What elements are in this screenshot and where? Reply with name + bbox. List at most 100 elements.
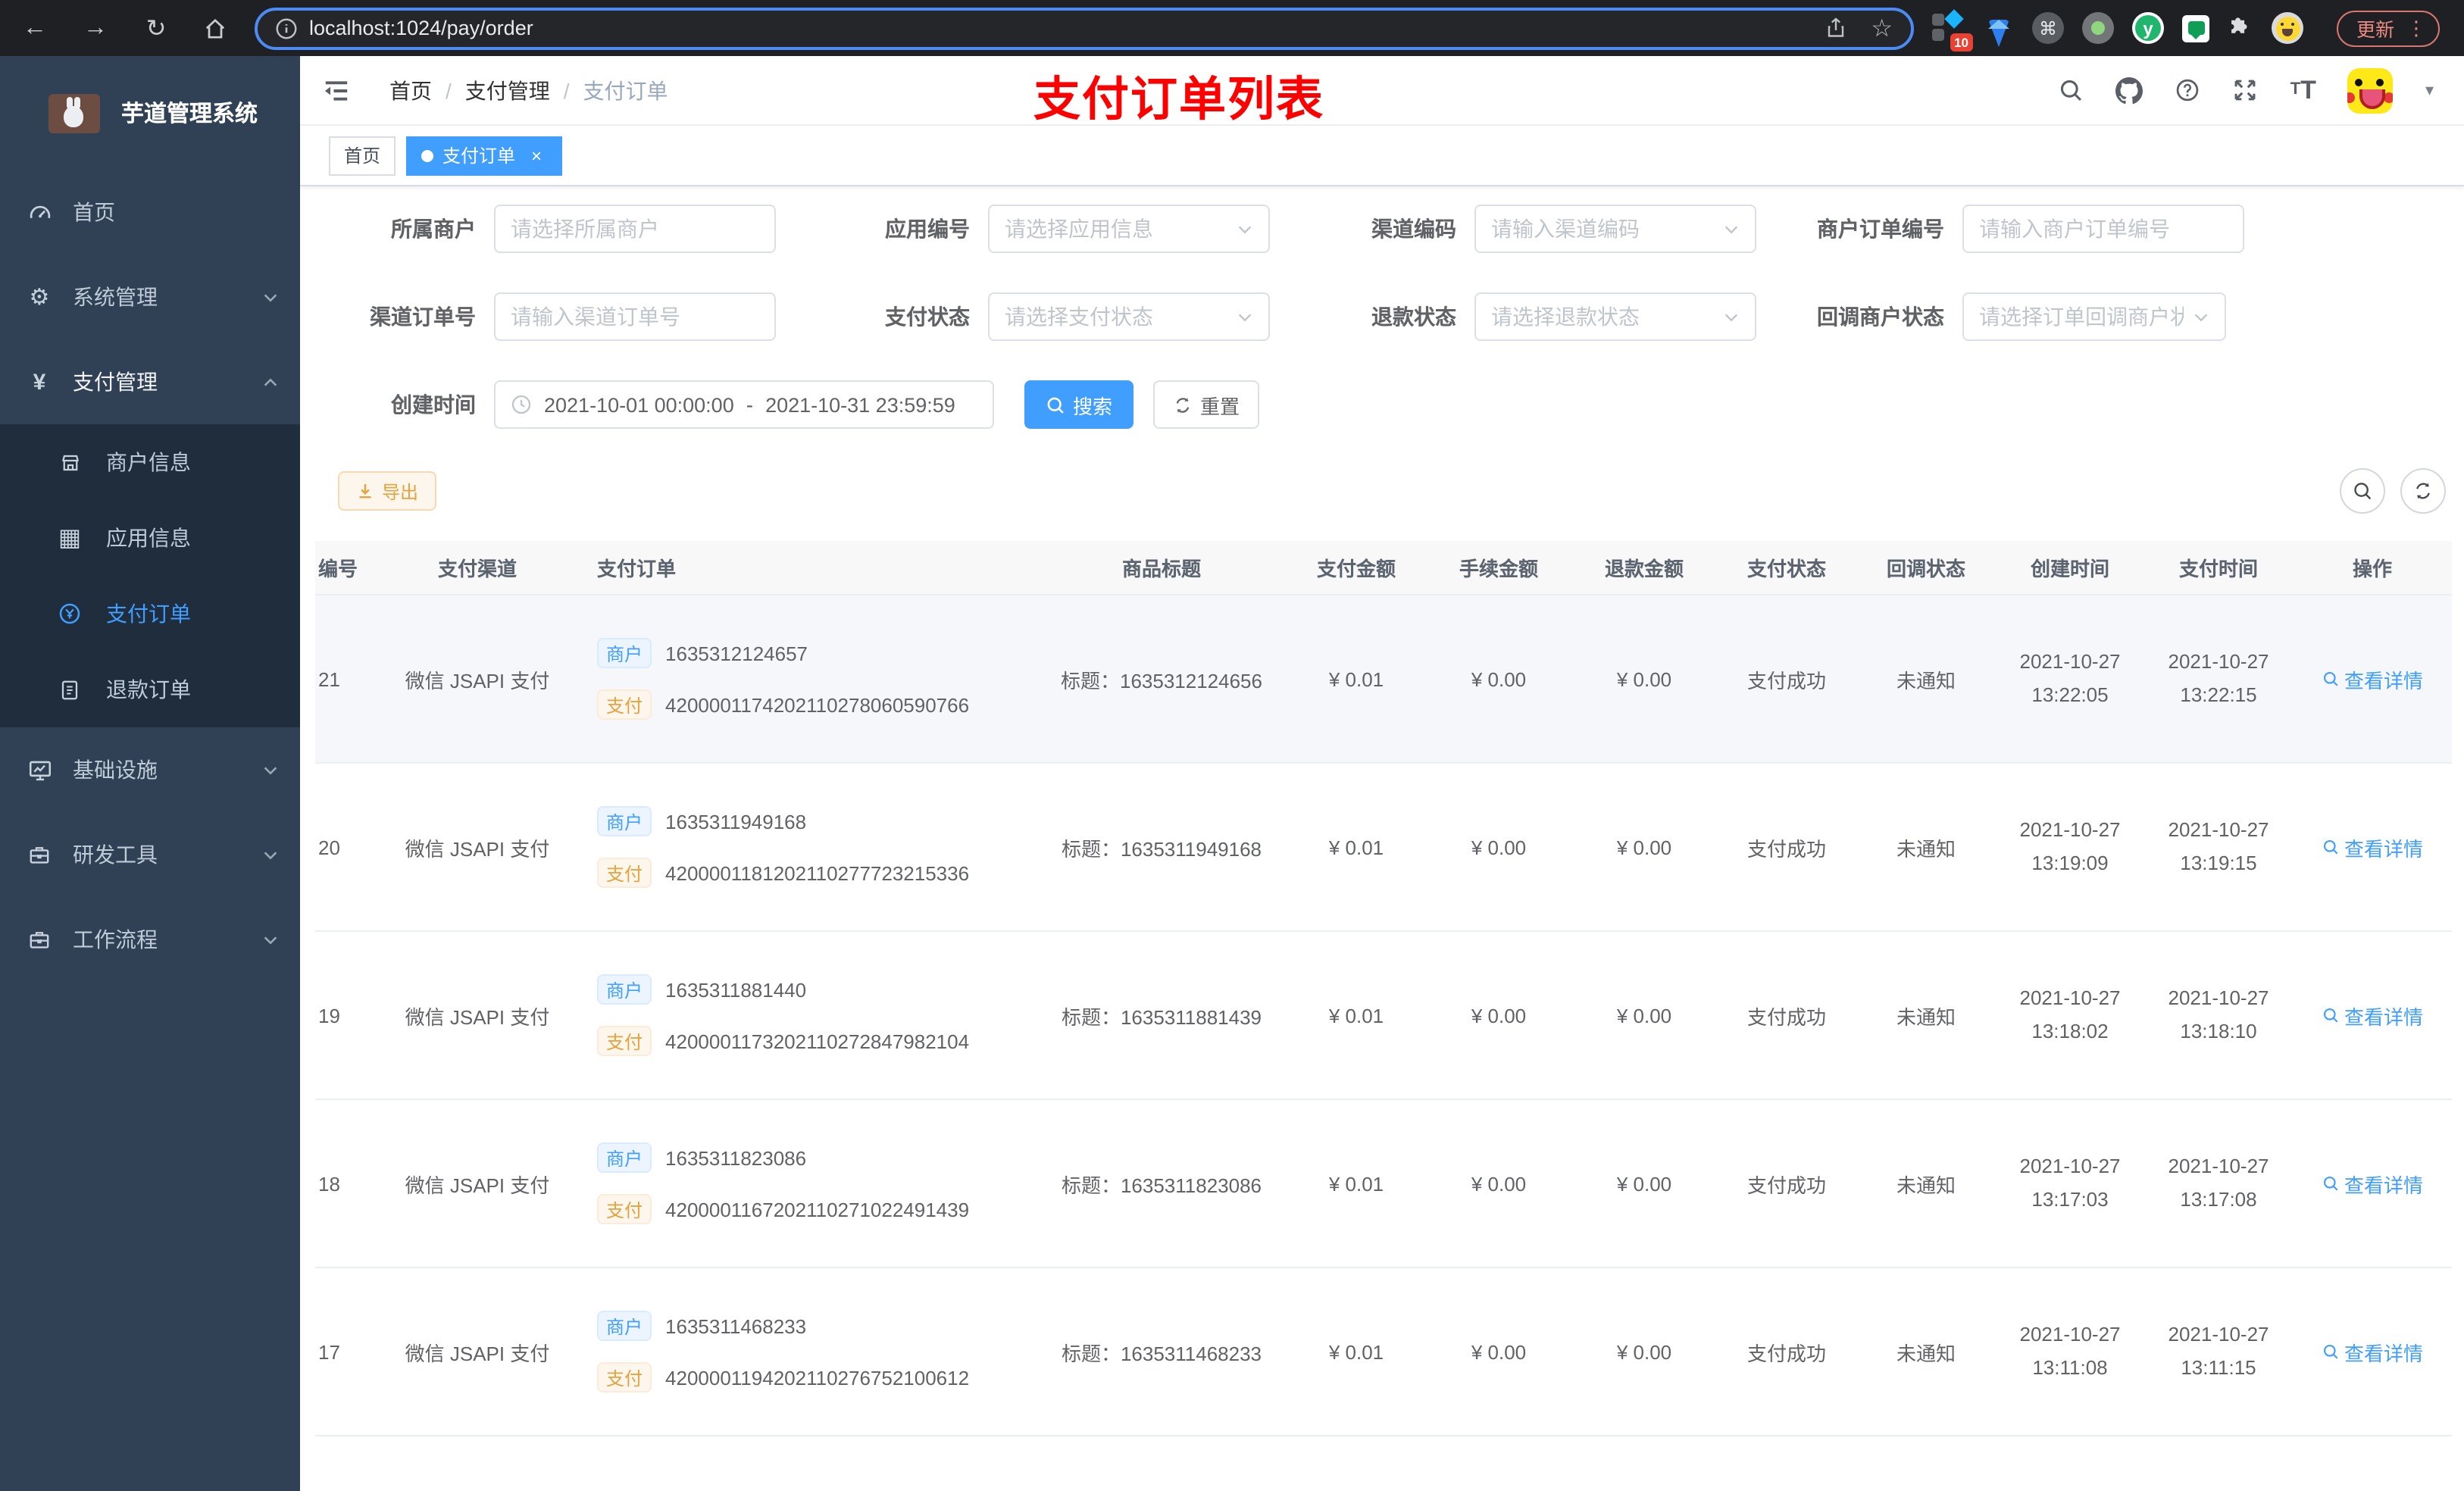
view-detail-link[interactable]: 查看详情: [2322, 833, 2423, 861]
sidebar-item-merchant-info[interactable]: 商户信息: [0, 424, 300, 500]
pay-order-cell: 商户 1635311823086 支付 4200001167202110271022…: [567, 1142, 1037, 1224]
profile-avatar[interactable]: [2272, 12, 2303, 44]
view-detail-link[interactable]: 查看详情: [2322, 1337, 2423, 1366]
tab-home[interactable]: 首页: [329, 136, 396, 175]
channel-pay-no: 4200001167202110271022491439: [665, 1198, 970, 1221]
channel-code-filter-select[interactable]: 请输入渠道编码: [1474, 205, 1756, 253]
view-detail-link[interactable]: 查看详情: [2322, 1169, 2423, 1198]
pay-status-cell: 支付成功: [1746, 1174, 1826, 1196]
column-header-created: 创建时间: [2030, 558, 2109, 580]
menu-fold-icon[interactable]: [323, 78, 350, 102]
yen-circle-icon: [58, 602, 82, 626]
bookmark-star-icon[interactable]: ☆: [1871, 13, 1893, 43]
site-info-icon[interactable]: [276, 17, 297, 39]
chevron-down-icon: [262, 761, 279, 778]
view-detail-link[interactable]: 查看详情: [2322, 664, 2423, 693]
close-icon[interactable]: ×: [526, 145, 547, 166]
browser-home-icon[interactable]: [203, 16, 230, 40]
sidebar: 芋道管理系统 首页 ⚙ 系统管理 ¥ 支付管理 商户信息 ▦ 应用信息 支付订单…: [0, 56, 300, 1491]
channel-order-no-filter-input[interactable]: [494, 292, 776, 341]
reset-button[interactable]: 重置: [1153, 380, 1259, 429]
create-time-cell: 2021-10-27 13:11:08: [2019, 1322, 2121, 1379]
view-detail-link[interactable]: 查看详情: [2322, 1001, 2423, 1030]
search-icon[interactable]: [2059, 77, 2084, 103]
clock-icon: [511, 394, 532, 415]
column-header-paid: 支付时间: [2178, 558, 2258, 580]
command-extension-icon[interactable]: ⌘: [2032, 12, 2064, 44]
caret-down-icon[interactable]: ▾: [2425, 80, 2434, 100]
pay-amount-cell: ¥ 0.01: [1328, 1340, 1384, 1363]
sidebar-item-home[interactable]: 首页: [0, 170, 300, 255]
pay-status-filter-select[interactable]: 请选择支付状态: [988, 292, 1270, 341]
sidebar-item-infrastructure[interactable]: 基础设施: [0, 727, 300, 812]
page-content: 所属商户 应用编号 请选择应用信息 渠道编码 请输入渠道编码 商户订单编号: [300, 186, 2464, 1491]
app-title: 芋道管理系统: [121, 102, 258, 127]
create-time-range-input[interactable]: 2021-10-01 00:00:00 - 2021-10-31 23:59:5…: [494, 380, 994, 429]
sidebar-item-dev-tools[interactable]: 研发工具: [0, 812, 300, 897]
refund-status-filter-select[interactable]: 请选择退款状态: [1474, 292, 1756, 341]
extensions-row: 10 ⌘ y 更新 ⋮: [1932, 9, 2441, 52]
merchant-order-no: 1635311468233: [665, 1314, 807, 1337]
briefcase-icon: [26, 842, 53, 867]
date-start: 2021-10-01 00:00:00: [544, 393, 734, 416]
browser-menu-icon[interactable]: ⋮: [2406, 16, 2426, 40]
toggle-search-button[interactable]: [2340, 468, 2385, 514]
app-filter-select[interactable]: 请选择应用信息: [988, 205, 1270, 253]
sidebar-item-payment[interactable]: ¥ 支付管理: [0, 339, 300, 424]
pay-status-cell: 支付成功: [1746, 1342, 1826, 1364]
pay-amount-cell: ¥ 0.01: [1328, 1004, 1384, 1027]
sidebar-item-refund-order[interactable]: 退款订单: [0, 652, 300, 727]
pay-channel-cell: 微信 JSAPI 支付: [405, 1342, 550, 1364]
yudao-extension-icon[interactable]: y: [2132, 12, 2164, 44]
merchant-order-no-filter-input[interactable]: [1962, 205, 2244, 253]
gear-icon: ⚙: [29, 285, 50, 311]
product-title-cell: 标题：1635311823086: [1061, 1174, 1262, 1196]
chat-extension-icon[interactable]: [2182, 14, 2209, 42]
notify-status-filter-select[interactable]: 请选择订单回调商户状态: [1962, 292, 2226, 341]
table-row: 18 微信 JSAPI 支付 商户 1635311823086 支付 4200001…: [315, 1100, 2452, 1268]
breadcrumb-section[interactable]: 支付管理: [465, 75, 550, 105]
share-icon[interactable]: [1824, 17, 1846, 39]
sidebar-item-system[interactable]: ⚙ 系统管理: [0, 255, 300, 339]
sidebar-item-app-info[interactable]: ▦ 应用信息: [0, 500, 300, 576]
pay-tag: 支付: [597, 689, 652, 720]
chevron-down-icon: [1723, 220, 1740, 237]
pay-time-cell: 2021-10-27 13:11:15: [2168, 1322, 2269, 1379]
browser-back-icon[interactable]: ←: [21, 14, 48, 42]
date-end: 2021-10-31 23:59:59: [765, 393, 955, 416]
notify-status-cell: 未通知: [1896, 669, 1956, 692]
address-bar[interactable]: localhost:1024/pay/order ☆: [255, 7, 1914, 49]
merchant-filter-input[interactable]: [494, 205, 776, 253]
user-avatar[interactable]: [2347, 67, 2394, 113]
browser-update-button[interactable]: 更新 ⋮: [2337, 10, 2441, 46]
browser-reload-icon[interactable]: ↻: [142, 13, 170, 43]
app-logo[interactable]: 芋道管理系统: [0, 56, 300, 170]
tag-extension-icon[interactable]: 10: [1932, 9, 1973, 52]
recorder-extension-icon[interactable]: [2082, 12, 2114, 44]
search-button[interactable]: 搜索: [1024, 380, 1134, 429]
refund-amount-cell: ¥ 0.00: [1616, 667, 1672, 690]
channel-order-no-filter-label: 渠道订单号: [370, 305, 476, 329]
tab-pay-order[interactable]: 支付订单 ×: [406, 136, 563, 175]
extensions-puzzle-icon[interactable]: [2228, 15, 2253, 41]
fullscreen-icon[interactable]: [2233, 77, 2259, 103]
pay-channel-cell: 微信 JSAPI 支付: [405, 1174, 550, 1196]
sidebar-item-workflow[interactable]: 工作流程: [0, 897, 300, 982]
table-row: 21 微信 JSAPI 支付 商户 1635312124657 支付 4200001…: [315, 595, 2452, 764]
pay-tag: 支付: [597, 858, 652, 888]
refresh-button[interactable]: [2400, 468, 2446, 514]
export-button[interactable]: 导出: [338, 471, 437, 511]
breadcrumb-home[interactable]: 首页: [389, 75, 432, 105]
product-title-cell: 标题：1635312124656: [1061, 669, 1262, 692]
browser-forward-icon[interactable]: →: [82, 14, 109, 42]
browser-toolbar: ← → ↻ localhost:1024/pay/order ☆ 10 ⌘ y …: [0, 0, 2464, 56]
font-size-icon[interactable]: TT: [2290, 77, 2316, 103]
kite-extension-icon[interactable]: [1982, 12, 2014, 46]
pay-status-cell: 支付成功: [1746, 837, 1826, 860]
help-icon[interactable]: [2175, 77, 2201, 103]
channel-pay-no: 4200001181202110277723215336: [665, 861, 970, 884]
fee-amount-cell: ¥ 0.00: [1471, 1340, 1527, 1363]
chevron-down-icon: [262, 846, 279, 863]
github-icon[interactable]: [2115, 77, 2143, 104]
sidebar-item-pay-order[interactable]: 支付订单: [0, 576, 300, 652]
